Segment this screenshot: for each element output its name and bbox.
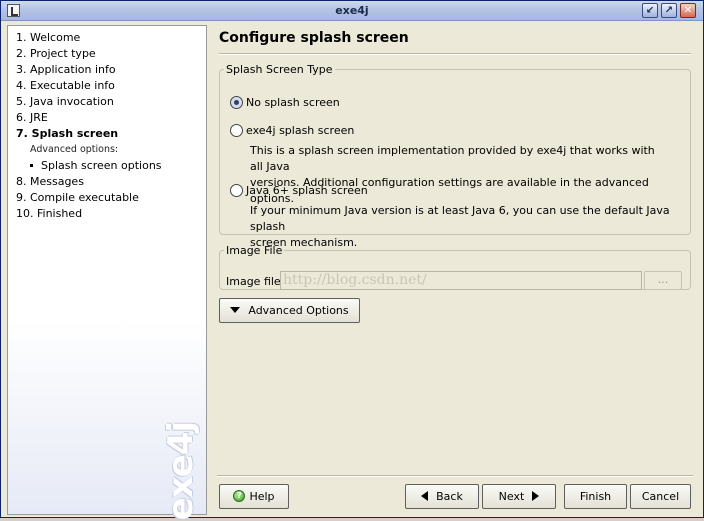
cancel-button[interactable]: Cancel: [630, 484, 691, 509]
step-messages[interactable]: 8. Messages: [16, 175, 84, 188]
help-label: Help: [249, 490, 275, 503]
image-file-input[interactable]: http://blog.csdn.net/: [280, 271, 642, 290]
image-file-group: Image File Image file: http://blog.csdn.…: [219, 244, 691, 290]
exe4j-logo: exe4j: [161, 421, 201, 521]
browse-button[interactable]: ...: [644, 271, 682, 290]
bullet-icon: [30, 163, 33, 167]
page-title: Configure splash screen: [219, 30, 409, 46]
advanced-options-label: Advanced options:: [30, 144, 119, 155]
exe4j-window: exe4j ↙ ↗ ✕ 1. Welcome 2. Project type 3…: [0, 0, 704, 520]
close-button[interactable]: ✕: [680, 3, 696, 18]
help-icon: ?: [233, 490, 246, 502]
next-label: Next: [498, 490, 525, 503]
radio-unchecked-icon: [230, 183, 243, 197]
step-java-invocation[interactable]: 5. Java invocation: [16, 95, 114, 108]
image-file-label: Image file:: [226, 275, 285, 288]
splash-type-legend: Splash Screen Type: [226, 63, 333, 76]
finish-button[interactable]: Finish: [564, 484, 627, 509]
advanced-options-label: Advanced Options: [248, 304, 349, 317]
back-button[interactable]: Back: [405, 484, 479, 509]
radio-label: Java 6+ splash screen: [246, 184, 368, 197]
title-divider: [219, 53, 691, 55]
help-button[interactable]: ? Help: [219, 484, 289, 509]
advanced-options-button[interactable]: Advanced Options: [219, 298, 360, 323]
back-label: Back: [436, 490, 463, 503]
step-welcome[interactable]: 1. Welcome: [16, 31, 80, 44]
radio-no-splash[interactable]: No splash screen: [230, 95, 340, 110]
arrow-left-icon: [421, 491, 429, 501]
step-jre[interactable]: 6. JRE: [16, 111, 48, 124]
window-title: exe4j: [335, 4, 369, 17]
radio-unchecked-icon: [230, 123, 243, 137]
main-panel: Configure splash screen Splash Screen Ty…: [209, 23, 701, 473]
step-splash-screen[interactable]: 7. Splash screen: [16, 127, 118, 140]
chevron-down-icon: [230, 307, 241, 313]
wizard-steps-sidebar: 1. Welcome 2. Project type 3. Applicatio…: [7, 25, 207, 520]
step-executable-info[interactable]: 4. Executable info: [16, 79, 115, 92]
description-line: This is a splash screen implementation p…: [250, 144, 655, 173]
radio-label: exe4j splash screen: [246, 124, 355, 137]
radio-exe4j-splash[interactable]: exe4j splash screen: [230, 123, 355, 138]
step-application-info[interactable]: 3. Application info: [16, 63, 116, 76]
step-compile-executable[interactable]: 9. Compile executable: [16, 191, 139, 204]
radio-label: No splash screen: [246, 96, 340, 109]
description-line: If your minimum Java version is at least…: [250, 204, 670, 233]
title-bar: exe4j ↙ ↗ ✕: [1, 1, 703, 21]
substep-splash-screen-options[interactable]: Splash screen options: [30, 159, 162, 172]
minimize-button[interactable]: ↙: [642, 3, 658, 18]
splash-type-group: Splash Screen Type No splash screen exe4…: [219, 63, 691, 249]
step-project-type[interactable]: 2. Project type: [16, 47, 96, 60]
next-button[interactable]: Next: [482, 484, 556, 509]
radio-java6-splash[interactable]: Java 6+ splash screen: [230, 183, 368, 198]
footer-divider: [217, 475, 693, 477]
substep-label: Splash screen options: [41, 159, 162, 172]
radio-checked-icon: [230, 95, 243, 109]
image-file-legend: Image File: [226, 244, 283, 257]
arrow-right-icon: [532, 491, 540, 501]
maximize-button[interactable]: ↗: [661, 3, 677, 18]
step-finished[interactable]: 10. Finished: [16, 207, 82, 220]
